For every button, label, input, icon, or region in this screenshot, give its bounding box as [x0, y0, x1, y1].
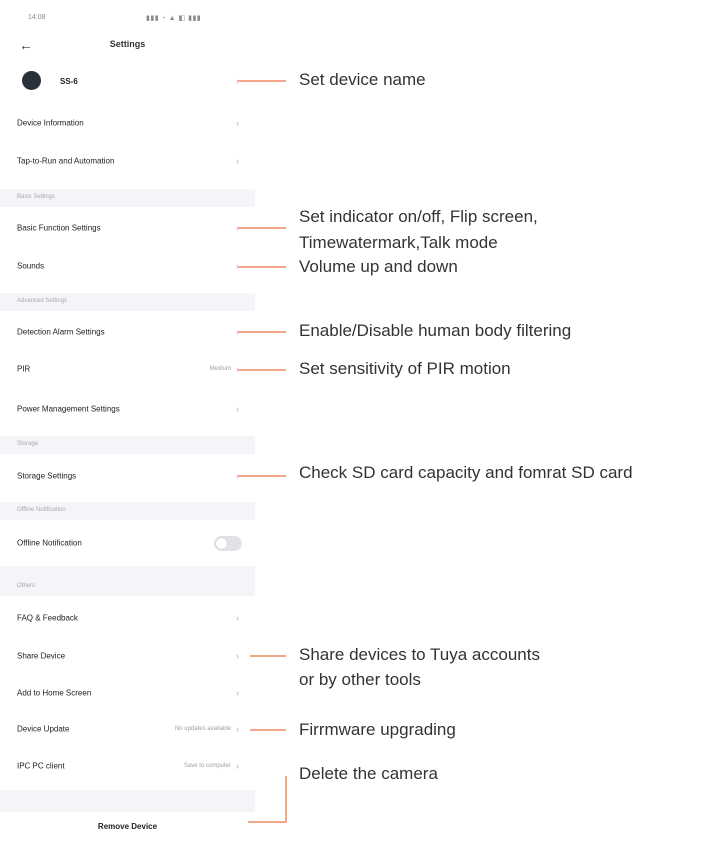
section-label: Others [17, 583, 36, 589]
annotation-line [248, 821, 287, 823]
add-to-home-screen-label: Add to Home Screen [17, 688, 92, 698]
annotation-line [238, 331, 286, 333]
ipc-pc-client-value: Save to computer [183, 763, 231, 769]
annotation-indicator-line1: Set indicator on/off, Flip screen, [299, 207, 538, 226]
annotation-line [238, 227, 286, 229]
annotation-firmware: Firrmware upgrading [299, 720, 456, 739]
settings-screen: 14:08 ▮▮▮ ◔ ▲ ◧ ▮▮▮ ← Settings › SS-6 De… [0, 0, 255, 852]
annotation-sd-card: Check SD card capacity and fomrat SD car… [299, 463, 633, 482]
detection-alarm-label: Detection Alarm Settings [17, 327, 105, 337]
section-label: Offline Notification [17, 507, 66, 513]
annotation-set-device-name: Set device name [299, 70, 426, 89]
section-offline-notification: Offline Notification [0, 502, 255, 520]
annotation-share-line2: or by other tools [299, 670, 421, 689]
power-management-row[interactable]: Power Management Settings › [0, 394, 255, 424]
chevron-right-icon: › [236, 613, 239, 623]
ipc-pc-client-row[interactable]: IPC PC client Save to computer › [0, 751, 255, 781]
pir-row[interactable]: PIR Medium › [0, 354, 255, 384]
toggle-knob [216, 538, 227, 549]
annotation-human-body: Enable/Disable human body filtering [299, 321, 572, 340]
sounds-label: Sounds [17, 261, 45, 271]
faq-feedback-label: FAQ & Feedback [17, 613, 78, 623]
section-label: Basic Settings [17, 194, 56, 200]
page-title: Settings [109, 39, 146, 49]
device-update-label: Device Update [17, 724, 70, 734]
basic-function-settings-label: Basic Function Settings [17, 223, 101, 233]
status-icons: ▮▮▮ ◔ ▲ ◧ ▮▮▮ [146, 15, 202, 22]
detection-alarm-row[interactable]: Detection Alarm Settings › [0, 317, 255, 347]
tap-to-run-label: Tap-to-Run and Automation [17, 156, 115, 166]
annotation-line [285, 776, 287, 823]
spacer [0, 566, 255, 578]
status-time: 14:08 [28, 14, 46, 21]
sounds-row[interactable]: Sounds › [0, 251, 255, 281]
chevron-right-icon: › [236, 651, 239, 661]
chevron-right-icon: › [236, 118, 239, 128]
device-update-row[interactable]: Device Update No updates available › [0, 714, 255, 744]
remove-device-button[interactable]: Remove Device [0, 812, 255, 842]
device-update-value: No updates available [174, 726, 231, 732]
storage-settings-label: Storage Settings [17, 471, 77, 481]
offline-notification-toggle[interactable] [214, 536, 242, 551]
chevron-right-icon: › [236, 761, 239, 771]
add-to-home-screen-row[interactable]: Add to Home Screen › [0, 678, 255, 708]
device-avatar [22, 71, 41, 90]
chevron-right-icon: › [236, 404, 239, 414]
faq-feedback-row[interactable]: FAQ & Feedback › [0, 603, 255, 633]
ipc-pc-client-label: IPC PC client [17, 761, 65, 771]
annotation-share-line1: Share devices to Tuya accounts [299, 645, 540, 664]
status-bar: 14:08 ▮▮▮ ◔ ▲ ◧ ▮▮▮ [0, 14, 255, 26]
pir-value: Medium [209, 366, 231, 372]
annotation-line [238, 475, 286, 477]
chevron-right-icon: › [236, 156, 239, 166]
annotation-line [250, 729, 286, 731]
device-name: SS-6 [60, 77, 78, 86]
storage-settings-row[interactable]: Storage Settings › [0, 461, 255, 491]
section-label: Storage [17, 441, 39, 447]
annotation-line [238, 266, 286, 268]
annotation-indicator-line2: Timewatermark,Talk mode [299, 233, 498, 252]
share-device-label: Share Device [17, 651, 66, 661]
annotation-line [238, 369, 286, 371]
annotation-line [238, 80, 286, 82]
basic-function-settings-row[interactable]: Basic Function Settings › [0, 213, 255, 243]
section-label: Advanced Settings [17, 298, 68, 304]
annotation-pir-sensitivity: Set sensitivity of PIR motion [299, 359, 511, 378]
pir-label: PIR [17, 364, 31, 374]
section-storage: Storage [0, 436, 255, 454]
spacer [0, 790, 255, 812]
annotation-line [250, 655, 286, 657]
device-information-row[interactable]: Device Information › [0, 108, 255, 138]
tap-to-run-row[interactable]: Tap-to-Run and Automation › [0, 146, 255, 176]
section-basic-settings: Basic Settings [0, 189, 255, 207]
chevron-right-icon: › [236, 688, 239, 698]
section-advanced-settings: Advanced Settings [0, 293, 255, 311]
device-information-label: Device Information [17, 118, 84, 128]
nav-bar: ← Settings [0, 36, 255, 56]
offline-notification-label: Offline Notification [17, 538, 82, 548]
annotation-volume: Volume up and down [299, 257, 458, 276]
section-others: Others [0, 578, 255, 596]
share-device-row[interactable]: Share Device › [0, 641, 255, 671]
power-management-label: Power Management Settings [17, 404, 120, 414]
annotation-delete: Delete the camera [299, 764, 438, 783]
chevron-right-icon: › [236, 724, 239, 734]
